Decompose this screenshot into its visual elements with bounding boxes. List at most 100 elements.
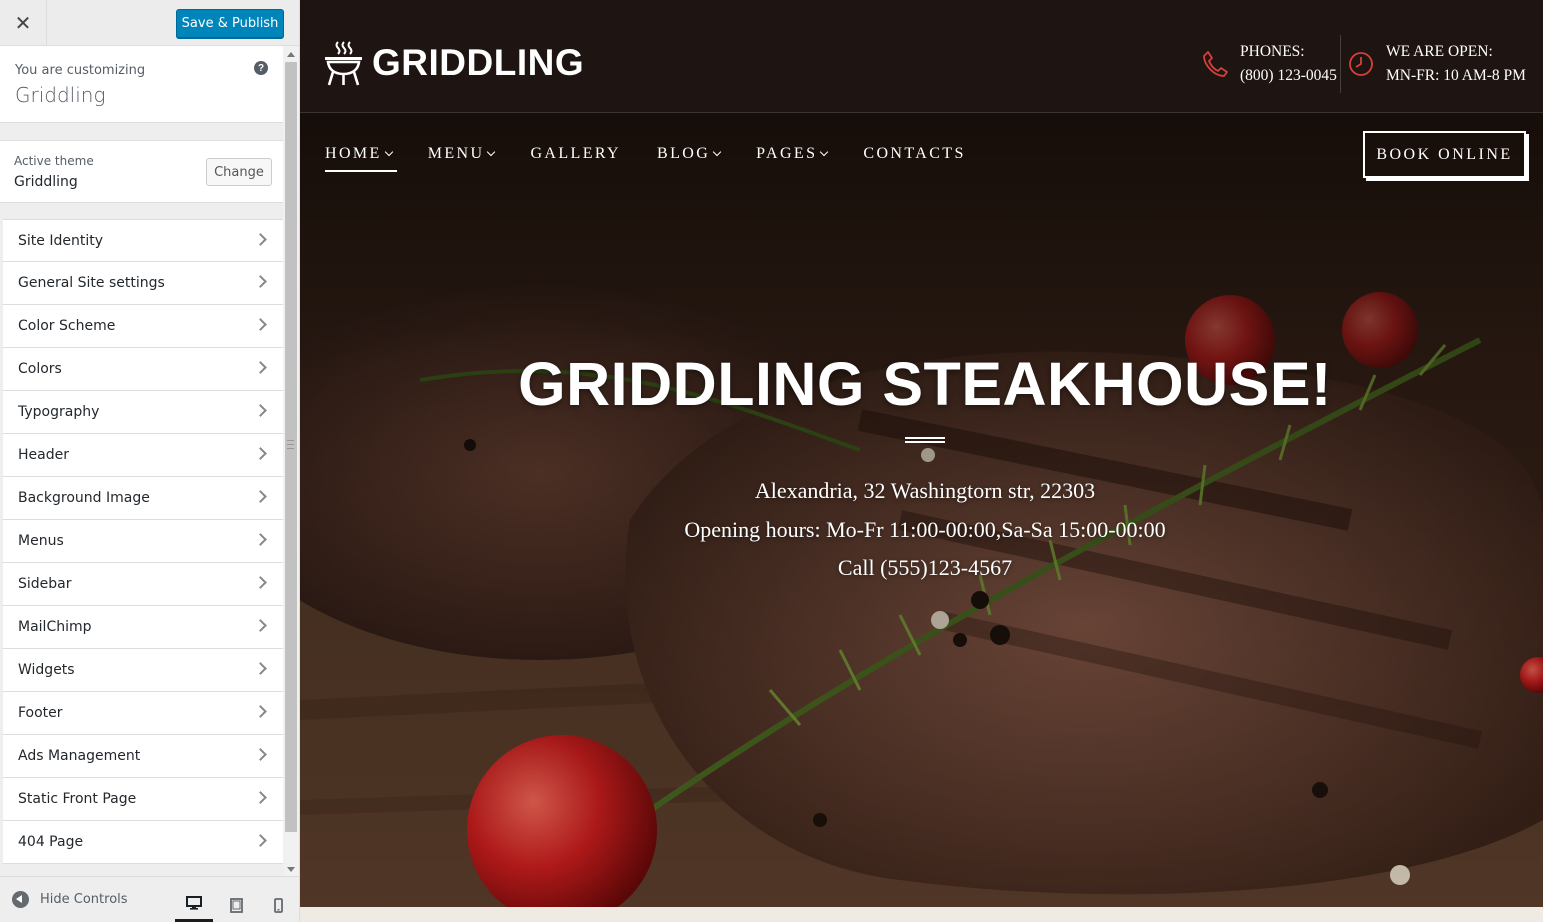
nav-menu[interactable]: MENU (427, 142, 496, 166)
scroll-up-arrow[interactable] (287, 52, 295, 57)
clock-icon (1349, 52, 1373, 76)
sidebar-scrollbar[interactable] (283, 46, 299, 876)
panel-label: Background Image (18, 490, 150, 506)
panel-label: 404 Page (18, 834, 84, 850)
customizer-header: ✕ Save & Publish (0, 0, 299, 46)
nav-gallery[interactable]: GALLERY (530, 142, 621, 166)
panel-label: Typography (18, 404, 100, 420)
panel-label: Colors (18, 361, 62, 377)
hero-section: GRIDDLING PHONES: (800) 123-0045 WE ARE … (300, 0, 1543, 907)
mobile-icon (273, 897, 283, 913)
hero-phone: Call (555)123-4567 (837, 555, 1013, 580)
preview-tablet-button[interactable] (217, 887, 255, 922)
nav-label: GALLERY (530, 145, 622, 162)
panel-label: General Site settings (18, 275, 165, 291)
chevron-right-icon (254, 275, 267, 288)
nav-label: CONTACTS (863, 145, 966, 162)
panel-label: Footer (18, 705, 63, 721)
active-nav-indicator (325, 170, 397, 172)
panel-footer[interactable]: Footer (3, 692, 283, 735)
panel-static-front-page[interactable]: Static Front Page (3, 778, 283, 821)
hero-address: Alexandria, 32 Washingtorn str, 22303 (754, 478, 1096, 503)
close-customizer-button[interactable]: ✕ (0, 0, 47, 46)
panel-typography[interactable]: Typography (3, 391, 283, 434)
panel-label: MailChimp (18, 619, 92, 635)
chevron-right-icon (254, 705, 267, 718)
site-header: GRIDDLING PHONES: (800) 123-0045 WE ARE … (300, 0, 1543, 113)
site-preview: GRIDDLING PHONES: (800) 123-0045 WE ARE … (300, 0, 1543, 922)
nav-label: MENU (427, 145, 485, 162)
chevron-right-icon (254, 404, 267, 417)
panel-site-identity[interactable]: Site Identity (3, 219, 283, 262)
nav-label: HOME (325, 145, 382, 162)
hero-divider (905, 437, 945, 443)
panel-color-scheme[interactable]: Color Scheme (3, 305, 283, 348)
chevron-down-icon (712, 147, 722, 157)
chevron-right-icon (254, 318, 267, 331)
panel-header[interactable]: Header (3, 434, 283, 477)
panel-label: Color Scheme (18, 318, 116, 334)
phone-icon (1203, 51, 1228, 77)
save-publish-button[interactable]: Save & Publish (176, 9, 284, 38)
panel-label: Site Identity (18, 233, 103, 249)
help-icon[interactable]: ? (254, 61, 268, 75)
panel-widgets[interactable]: Widgets (3, 649, 283, 692)
nav-blog[interactable]: BLOG (657, 142, 722, 166)
preview-mobile-button[interactable] (259, 887, 297, 922)
panel-label: Ads Management (18, 748, 141, 764)
panel-ads-management[interactable]: Ads Management (3, 735, 283, 778)
contact-divider (1340, 35, 1341, 93)
hide-controls-label: Hide Controls (40, 892, 128, 907)
close-icon: ✕ (14, 12, 32, 35)
customizer-controls: You are customizing Griddling ? Active t… (0, 46, 283, 876)
hours-label: WE ARE OPEN: (1386, 43, 1493, 60)
panel-sidebar[interactable]: Sidebar (3, 563, 283, 606)
tablet-icon (229, 897, 243, 913)
contact-hours: WE ARE OPEN: MN-FR: 10 AM-8 PM (1348, 40, 1526, 88)
panel-404-page[interactable]: 404 Page (3, 821, 283, 864)
chevron-right-icon (254, 619, 267, 632)
scroll-down-arrow[interactable] (287, 867, 295, 872)
panel-label: Sidebar (18, 576, 72, 592)
hero-title: GRIDDLING STEAKHOUSE! (518, 350, 1332, 418)
customizer-footer: Hide Controls (0, 876, 299, 922)
site-title: Griddling (15, 83, 106, 107)
site-logo[interactable]: GRIDDLING (324, 40, 584, 86)
chevron-down-icon (487, 147, 496, 157)
customizer-panel-list: Site Identity General Site settings Colo… (3, 219, 283, 864)
chevron-right-icon (254, 233, 267, 246)
panel-label: Header (18, 447, 69, 463)
panel-label: Menus (18, 533, 64, 549)
chevron-right-icon (254, 791, 267, 804)
resize-handle[interactable] (287, 440, 294, 449)
nav-label: BLOG (657, 145, 711, 162)
chevron-right-icon (254, 447, 267, 460)
chevron-right-icon (254, 490, 267, 503)
main-navigation: HOME MENU GALLERY BLOG PAGES CONTACTS (325, 142, 1002, 166)
chevron-down-icon (820, 147, 829, 157)
desktop-icon (186, 896, 202, 910)
customizer-sidebar: ✕ Save & Publish You are customizing Gri… (0, 0, 300, 922)
nav-label: PAGES (756, 145, 818, 162)
change-theme-button[interactable]: Change (206, 158, 272, 186)
nav-contacts[interactable]: CONTACTS (863, 142, 965, 166)
panel-general-site-settings[interactable]: General Site settings (3, 262, 283, 305)
preview-desktop-button[interactable] (175, 887, 213, 922)
nav-home[interactable]: HOME (325, 142, 393, 166)
book-online-button[interactable]: BOOK ONLINE (1363, 131, 1526, 178)
panel-background-image[interactable]: Background Image (3, 477, 283, 520)
chevron-right-icon (254, 748, 267, 761)
panel-mailchimp[interactable]: MailChimp (3, 606, 283, 649)
contact-phones: PHONES: (800) 123-0045 (1202, 40, 1337, 88)
nav-pages[interactable]: PAGES (756, 142, 829, 166)
hide-controls-button[interactable]: Hide Controls (12, 891, 128, 908)
chevron-right-icon (254, 576, 267, 589)
active-theme-label: Active theme (14, 154, 94, 168)
hero-opening-hours: Opening hours: Mo-Fr 11:00-00:00,Sa-Sa 1… (684, 517, 1166, 542)
customizing-info: You are customizing Griddling ? (0, 46, 283, 123)
panel-colors[interactable]: Colors (3, 348, 283, 391)
panel-menus[interactable]: Menus (3, 520, 283, 563)
chevron-right-icon (254, 533, 267, 546)
site-logo-text: GRIDDLING (372, 42, 585, 83)
active-theme-section: Active theme Griddling Change (0, 140, 283, 203)
